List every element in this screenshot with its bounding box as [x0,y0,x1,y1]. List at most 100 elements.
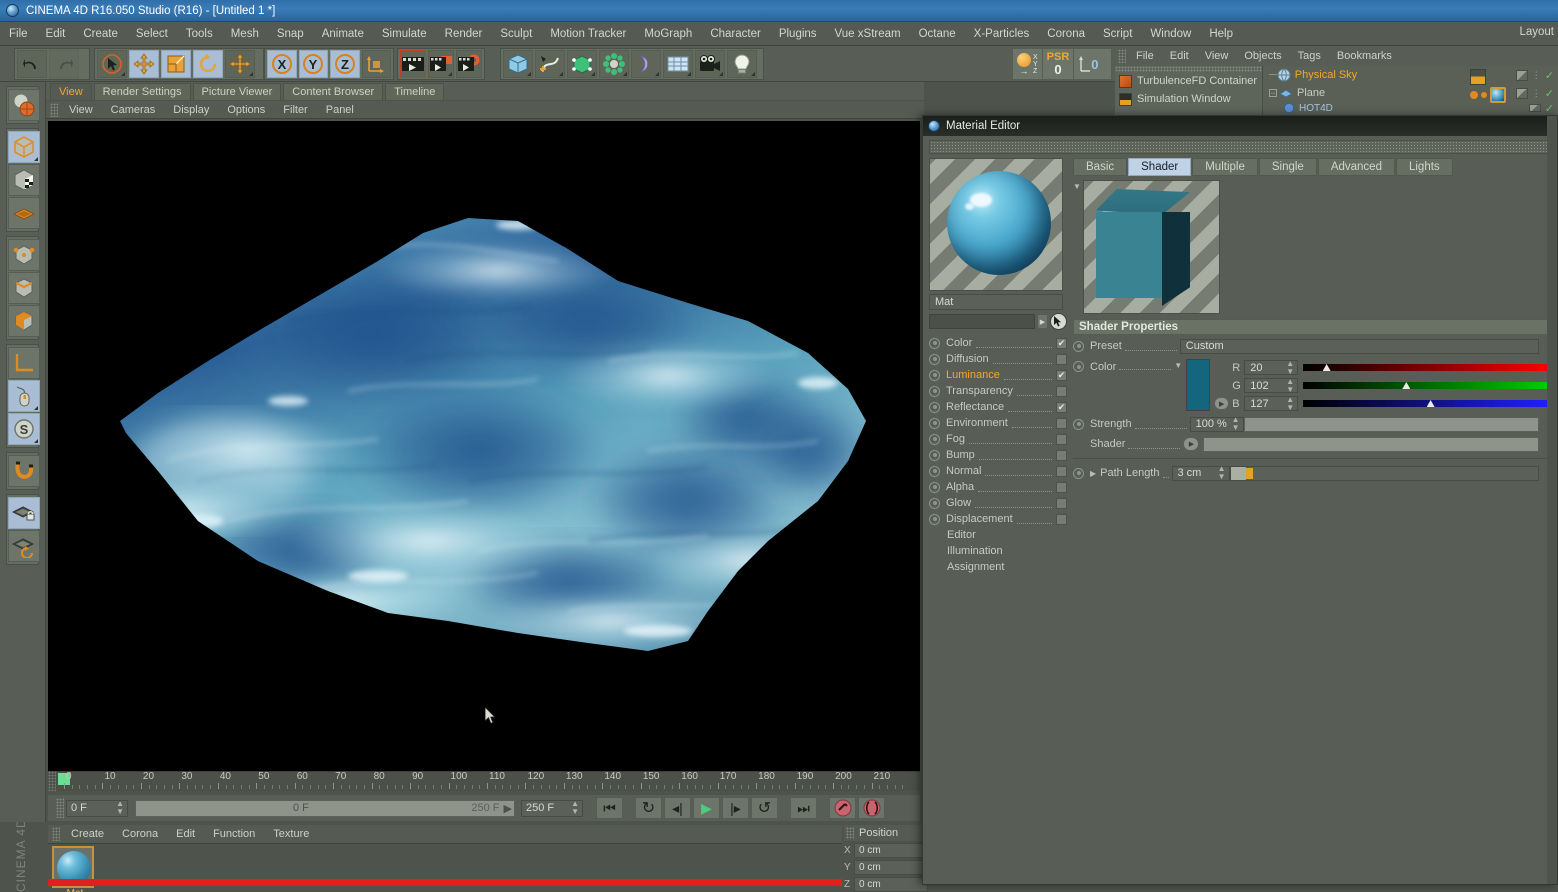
channel-checkbox[interactable]: ✔ [1056,337,1067,349]
channel-transparency[interactable]: Transparency [929,383,1067,399]
workplane-lock-button[interactable] [8,497,40,529]
strength-field[interactable]: 100 % ▲ ▼ [1189,416,1244,432]
channel-displacement[interactable]: Displacement [929,511,1067,527]
viewport-submenu-grip[interactable] [50,102,58,117]
channel-bump[interactable]: Bump [929,447,1067,463]
viewport-tab-timeline[interactable]: Timeline [385,83,445,100]
point-mode-button[interactable] [8,239,40,271]
rgb-slider-g[interactable] [1303,382,1551,389]
spline-pen-button[interactable] [535,50,565,78]
channel-checkbox[interactable] [1056,497,1067,509]
axis-count-button[interactable]: 0 [1074,49,1102,79]
viewport-tab-view[interactable]: View [50,83,92,100]
channel-editor[interactable]: Editor [929,527,1067,543]
menu-item-simulate[interactable]: Simulate [373,25,436,43]
menu-item-vue-xstream[interactable]: Vue xStream [826,25,910,43]
channel-radio-icon[interactable] [929,337,940,349]
path-length-animate-dot[interactable] [1073,467,1084,479]
position-value-field-z[interactable]: 0 cm [854,876,928,892]
material-editor-tab-multiple[interactable]: Multiple [1192,158,1258,176]
menu-item-file[interactable]: File [0,25,37,43]
channel-checkbox[interactable] [1056,433,1067,445]
menu-item-select[interactable]: Select [127,25,177,43]
menu-item-x-particles[interactable]: X-Particles [965,25,1039,43]
menu-item-tools[interactable]: Tools [177,25,222,43]
path-length-slider-handle[interactable] [1245,467,1253,479]
floor-environment-button[interactable] [663,50,693,78]
rotate-tool-button[interactable] [193,50,223,78]
plane-expand-icon[interactable]: − [1269,88,1277,97]
render-view-button[interactable] [400,50,426,78]
path-length-slider[interactable] [1229,465,1539,481]
strength-slider[interactable] [1243,416,1539,432]
material-editor-tab-single[interactable]: Single [1258,158,1317,176]
loop-button[interactable]: ↺ [751,797,778,819]
undo-button[interactable] [17,50,47,78]
menu-item-sculpt[interactable]: Sculpt [491,25,541,43]
transport-grip[interactable] [56,798,64,818]
channel-radio-icon[interactable] [929,497,940,509]
channel-fog[interactable]: Fog [929,431,1067,447]
x-axis-lock-button[interactable]: X [267,50,297,78]
channel-color[interactable]: Color ✔ [929,335,1067,351]
color-picker-button[interactable]: ▶ [1214,397,1230,410]
play-button[interactable]: ▶ [693,797,720,819]
nurbs-generator-button[interactable] [567,50,597,78]
channel-checkbox[interactable]: ✔ [1056,369,1067,381]
viewport-menu-display[interactable]: Display [164,102,218,118]
make-editable-button[interactable] [8,89,40,121]
go-to-start-button[interactable]: ⏮ [596,797,623,819]
polygon-mode-button[interactable] [8,305,40,337]
channel-radio-icon[interactable] [929,401,940,413]
material-editor-scrollbar[interactable] [1547,116,1557,884]
rgb-field-r[interactable]: 20 ▲ ▼ [1244,359,1299,376]
menu-item-mograph[interactable]: MoGraph [635,25,701,43]
workplane-button[interactable] [8,197,40,229]
channel-checkbox[interactable] [1056,449,1067,461]
psr-mode-button[interactable]: PSR 0 [1043,49,1075,79]
menu-item-mesh[interactable]: Mesh [222,25,268,43]
material-menu-corona[interactable]: Corona [113,826,167,842]
viewport-tab-content-browser[interactable]: Content Browser [283,83,384,100]
rgb-spinner[interactable]: ▲ ▼ [1286,359,1294,376]
shader-preview-collapse-icon[interactable]: ▼ [1073,180,1083,314]
preset-dropdown[interactable]: Custom [1179,338,1539,354]
position-panel-grip[interactable] [846,827,854,839]
light-button[interactable] [727,50,757,78]
menu-item-plugins[interactable]: Plugins [770,25,826,43]
go-to-end-button[interactable]: ⏭ [790,797,817,819]
channel-checkbox[interactable] [1056,385,1067,397]
menu-item-window[interactable]: Window [1141,25,1200,43]
menu-item-motion-tracker[interactable]: Motion Tracker [541,25,635,43]
point-tag-icon-small[interactable] [1481,92,1487,98]
coordinate-system-button[interactable] [361,50,391,78]
end-frame-field[interactable]: 250 F ▲ ▼ [521,799,583,817]
viewport-tab-picture-viewer[interactable]: Picture Viewer [192,83,282,100]
material-menu-create[interactable]: Create [62,826,113,842]
material-menu-edit[interactable]: Edit [167,826,204,842]
strength-animate-dot[interactable] [1073,418,1084,430]
rgb-spinner[interactable]: ▲ ▼ [1286,395,1294,412]
channel-radio-icon[interactable] [929,417,940,429]
channel-radio-icon[interactable] [929,353,940,365]
redo-button[interactable] [49,50,79,78]
soft-selection-button[interactable]: S [8,413,40,445]
menu-item-create[interactable]: Create [74,25,127,43]
color-animate-dot[interactable] [1073,361,1084,372]
preset-animate-dot[interactable] [1073,340,1084,352]
menu-item-script[interactable]: Script [1094,25,1141,43]
material-editor-tab-advanced[interactable]: Advanced [1317,158,1395,176]
workplane-rotate-button[interactable] [8,530,40,562]
world-object-axis-toggle[interactable]: → XYZ [1013,49,1043,79]
object-menu-tags[interactable]: Tags [1290,48,1329,64]
path-length-field[interactable]: 3 cm ▲ ▼ [1171,465,1230,481]
position-value-field-y[interactable]: 0 cm [854,859,928,875]
model-mode-button[interactable] [8,131,40,163]
channel-illumination[interactable]: Illumination [929,543,1067,559]
menu-item-render[interactable]: Render [436,25,492,43]
viewport-menu-filter[interactable]: Filter [274,102,316,118]
array-deformer-button[interactable] [599,50,629,78]
material-editor-tab-lights[interactable]: Lights [1395,158,1453,176]
channel-checkbox[interactable] [1056,513,1067,525]
rgb-field-g[interactable]: 102 ▲ ▼ [1244,377,1299,393]
